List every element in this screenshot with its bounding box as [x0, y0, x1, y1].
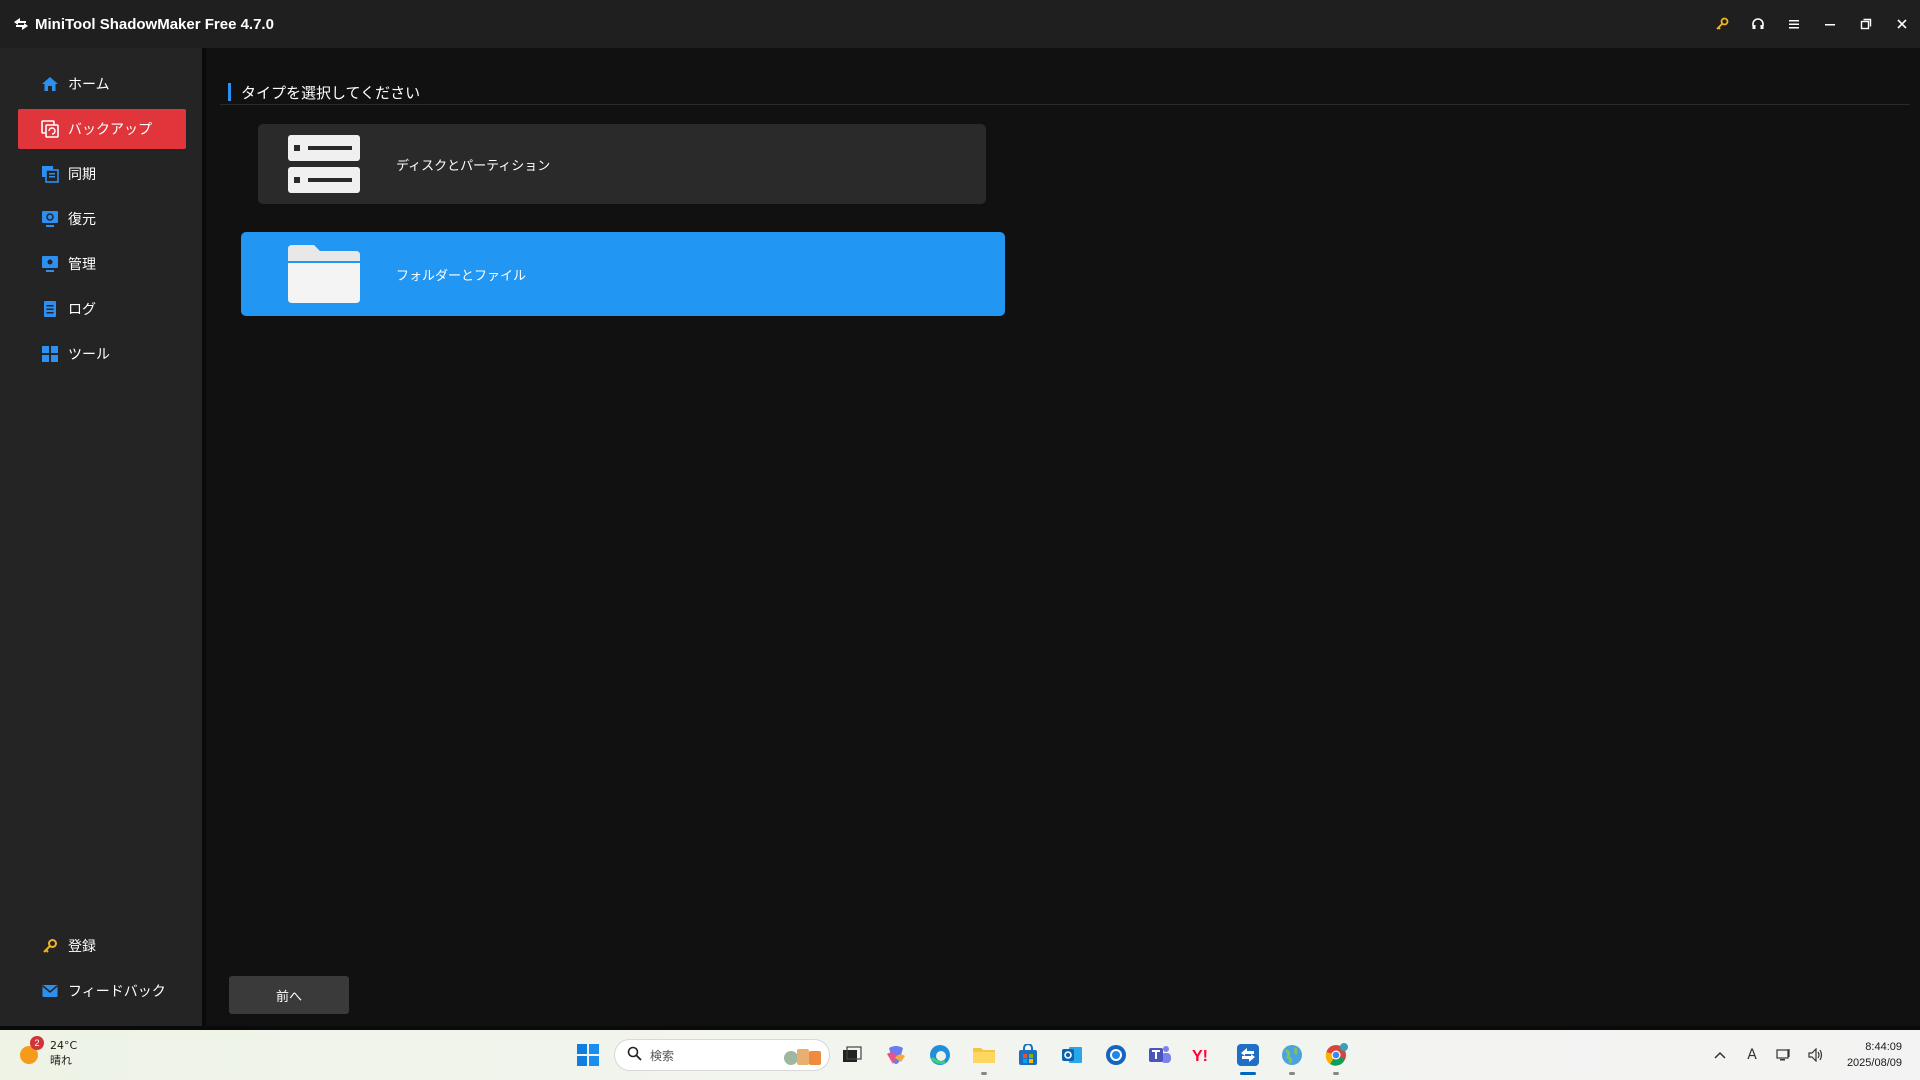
sidebar-item-label: 登録 [68, 939, 96, 955]
volume-icon[interactable] [1800, 1030, 1832, 1080]
clock-time: 8:44:09 [1865, 1041, 1902, 1053]
taskbar-app-globe[interactable] [1270, 1035, 1314, 1075]
sidebar-item-label: フィードバック [68, 984, 166, 1000]
restore-icon[interactable] [1848, 0, 1884, 48]
back-button[interactable]: 前へ [229, 976, 349, 1014]
backup-icon [40, 119, 60, 139]
shadowmaker-icon [1237, 1044, 1259, 1066]
ime-indicator[interactable]: A [1736, 1030, 1768, 1080]
sidebar-item-restore[interactable]: 復元 [18, 199, 186, 239]
tools-icon [40, 344, 60, 364]
taskbar-app-shadowmaker[interactable] [1226, 1035, 1270, 1075]
network-icon[interactable] [1768, 1030, 1800, 1080]
sidebar-item-log[interactable]: ログ [18, 289, 186, 329]
chrome-icon [1325, 1043, 1348, 1066]
taskbar-app-outlook[interactable] [1050, 1035, 1094, 1075]
mail-icon [40, 981, 60, 1001]
sidebar: ホーム バックアップ 同期 復元 管理 ログ ツール 登録 フィードバック [0, 48, 202, 1028]
store-icon [1019, 1044, 1037, 1065]
outlook-icon [1062, 1047, 1082, 1063]
sidebar-item-register[interactable]: 登録 [18, 926, 186, 966]
close-icon[interactable] [1884, 0, 1920, 48]
weather-condition: 晴れ [50, 1054, 72, 1067]
sun-icon: 2 [18, 1036, 44, 1066]
copilot-icon [887, 1046, 905, 1064]
chevron-up-icon[interactable] [1704, 1030, 1736, 1080]
titlebar: MiniTool ShadowMaker Free 4.7.0 [0, 0, 1920, 48]
menu-icon[interactable] [1776, 0, 1812, 48]
task-view-icon [843, 1046, 862, 1062]
notification-badge: 2 [30, 1036, 44, 1050]
running-indicator [1289, 1072, 1295, 1075]
running-indicator [1333, 1072, 1339, 1075]
svg-text:Y!: Y! [1192, 1048, 1208, 1065]
taskbar-app-teams[interactable] [1138, 1035, 1182, 1075]
home-icon [40, 74, 60, 94]
section-accent-bar [228, 83, 231, 101]
taskbar-search[interactable]: 検索 [614, 1039, 830, 1071]
taskbar-app-store[interactable] [1006, 1035, 1050, 1075]
restore-icon [40, 209, 60, 229]
taskbar-app-task-view[interactable] [830, 1035, 874, 1075]
sidebar-item-label: 同期 [68, 167, 96, 183]
sidebar-item-label: 管理 [68, 257, 96, 273]
license-key-icon[interactable] [1704, 0, 1740, 48]
sidebar-item-sync[interactable]: 同期 [18, 154, 186, 194]
teams-icon [1149, 1046, 1171, 1063]
sidebar-item-feedback[interactable]: フィードバック [18, 971, 186, 1011]
globe-icon [1282, 1045, 1302, 1065]
key-icon [40, 936, 60, 956]
clock[interactable]: 8:44:09 2025/08/09 [1832, 1039, 1920, 1071]
app-logo-icon [11, 14, 31, 34]
search-icon [627, 1046, 642, 1065]
section-title: タイプを選択してください [228, 82, 420, 102]
headset-icon[interactable] [1740, 0, 1776, 48]
folder-file-card[interactable]: フォルダーとファイル [241, 232, 1005, 316]
manage-icon [40, 254, 60, 274]
app-window: MiniTool ShadowMaker Free 4.7.0 ホーム バックア… [0, 0, 1920, 1030]
weather-widget[interactable]: 2 24°C 晴れ [18, 1036, 78, 1068]
windows-icon [577, 1044, 599, 1066]
system-tray: A 8:44:09 2025/08/09 [1704, 1030, 1920, 1080]
disk-partition-card[interactable]: ディスクとパーティション [258, 124, 986, 204]
clock-date: 2025/08/09 [1846, 1057, 1902, 1069]
card-label: ディスクとパーティション [396, 158, 551, 174]
divider [220, 104, 1910, 105]
taskbar-app-blue-circle[interactable] [1094, 1035, 1138, 1075]
sidebar-item-label: ツール [68, 347, 110, 363]
sidebar-item-label: ログ [68, 302, 96, 318]
sync-icon [40, 164, 60, 184]
yahoo-icon: Y! [1192, 1048, 1208, 1065]
taskbar-app-chrome[interactable] [1314, 1035, 1358, 1075]
sidebar-item-home[interactable]: ホーム [18, 64, 186, 104]
running-indicator [981, 1072, 987, 1075]
main-panel: タイプを選択してください ディスクとパーティション フォルダーとファイル 前へ [206, 48, 1920, 1028]
sidebar-item-label: バックアップ [68, 122, 152, 138]
sidebar-item-manage[interactable]: 管理 [18, 244, 186, 284]
edge-icon [930, 1045, 950, 1065]
taskbar-app-yahoo[interactable]: Y! [1182, 1035, 1226, 1075]
app-circle-icon [1106, 1045, 1126, 1065]
taskbar-app-edge[interactable] [918, 1035, 962, 1075]
sidebar-item-tools[interactable]: ツール [18, 334, 186, 374]
search-highlight-icon [779, 1045, 823, 1067]
minimize-icon[interactable] [1812, 0, 1848, 48]
running-indicator [1240, 1072, 1256, 1075]
section-title-text: タイプを選択してください [241, 83, 421, 102]
file-explorer-icon [973, 1048, 995, 1063]
taskbar-app-file-explorer[interactable] [962, 1035, 1006, 1075]
card-label: フォルダーとファイル [396, 268, 527, 284]
weather-temp: 24°C [50, 1039, 78, 1052]
sidebar-item-label: 復元 [68, 212, 96, 228]
disk-icon [286, 132, 362, 196]
folder-icon [286, 242, 362, 306]
start-button[interactable] [568, 1035, 608, 1075]
app-title: MiniTool ShadowMaker Free 4.7.0 [35, 15, 274, 33]
search-placeholder: 検索 [650, 1048, 675, 1063]
sidebar-item-label: ホーム [68, 77, 110, 93]
log-icon [40, 299, 60, 319]
sidebar-item-backup[interactable]: バックアップ [18, 109, 186, 149]
taskbar-app-copilot[interactable] [874, 1035, 918, 1075]
taskbar: 2 24°C 晴れ 検索 Y! A 8:44:09 2025/08/09 [0, 1030, 1920, 1080]
